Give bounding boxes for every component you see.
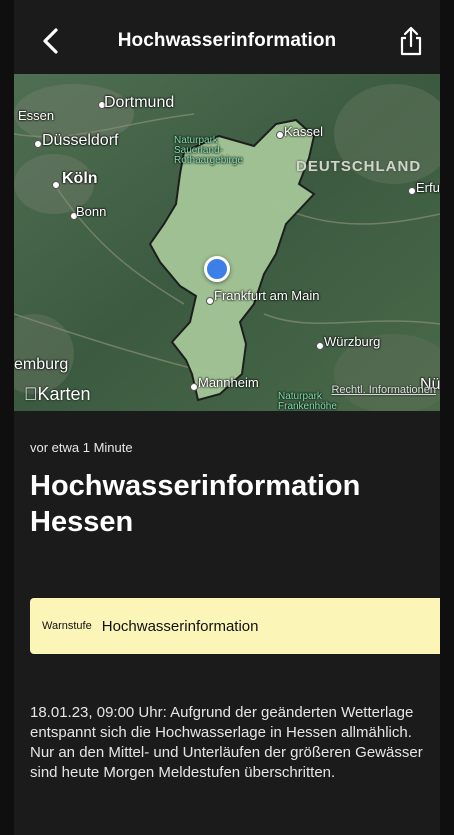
city-dot — [52, 181, 60, 189]
city-label-duesseldorf: Düsseldorf — [42, 132, 119, 149]
share-icon — [400, 26, 422, 56]
warning-description: 18.01.23, 09:00 Uhr: Aufgrund der geände… — [30, 704, 423, 781]
warning-headline: Hochwasserinformation Hessen — [30, 470, 361, 538]
city-label-dortmund: Dortmund — [104, 94, 175, 111]
map-view[interactable]: Dortmund Essen Düsseldorf Köln Bonn Natu… — [14, 74, 440, 411]
city-label-essen: Essen — [18, 108, 55, 123]
city-label-wuerzburg: Würzburg — [324, 334, 381, 349]
country-label: DEUTSCHLAND — [296, 158, 422, 175]
warning-level-value: Hochwasserinformation — [101, 617, 259, 635]
city-dot — [316, 342, 324, 350]
city-dot — [276, 131, 284, 139]
city-label-mannheim: Mannheim — [198, 375, 259, 390]
city-label-kassel: Kassel — [284, 124, 324, 139]
warning-level-label: Warnstufe — [42, 620, 92, 632]
apple-maps-logo: Karten — [24, 384, 91, 404]
city-label-koeln: Köln — [62, 170, 98, 187]
share-button[interactable] — [392, 20, 430, 62]
city-label-erfurt: Erfurt — [416, 180, 440, 195]
current-location-marker — [204, 256, 230, 282]
page-title: Hochwasserinformation — [117, 30, 337, 51]
city-label-bonn: Bonn — [76, 204, 107, 219]
city-dot — [408, 187, 416, 195]
app-screen: Hochwasserinformation Dortmund Essen Düs… — [14, 0, 440, 835]
park-label-top: Naturpark Sauerland-Rothaargebirge — [174, 135, 243, 166]
city-dot — [206, 297, 214, 305]
timestamp: vor etwa 1 Minute — [30, 440, 133, 455]
chevron-left-icon — [43, 28, 58, 54]
city-dot — [190, 383, 198, 391]
city-label-frankfurt: Frankfurt am Main — [214, 288, 320, 303]
back-button[interactable] — [36, 20, 70, 62]
apple-logo-icon:  — [24, 384, 38, 404]
map-background — [14, 74, 440, 411]
city-label-hamburg: emburg — [14, 356, 69, 373]
navigation-bar: Hochwasserinformation — [14, 8, 440, 74]
legal-info-link[interactable]: Rechtl. Informationen — [331, 384, 436, 396]
city-dot — [34, 140, 42, 148]
warning-level-badge: Warnstufe Hochwasserinformation — [30, 598, 440, 654]
